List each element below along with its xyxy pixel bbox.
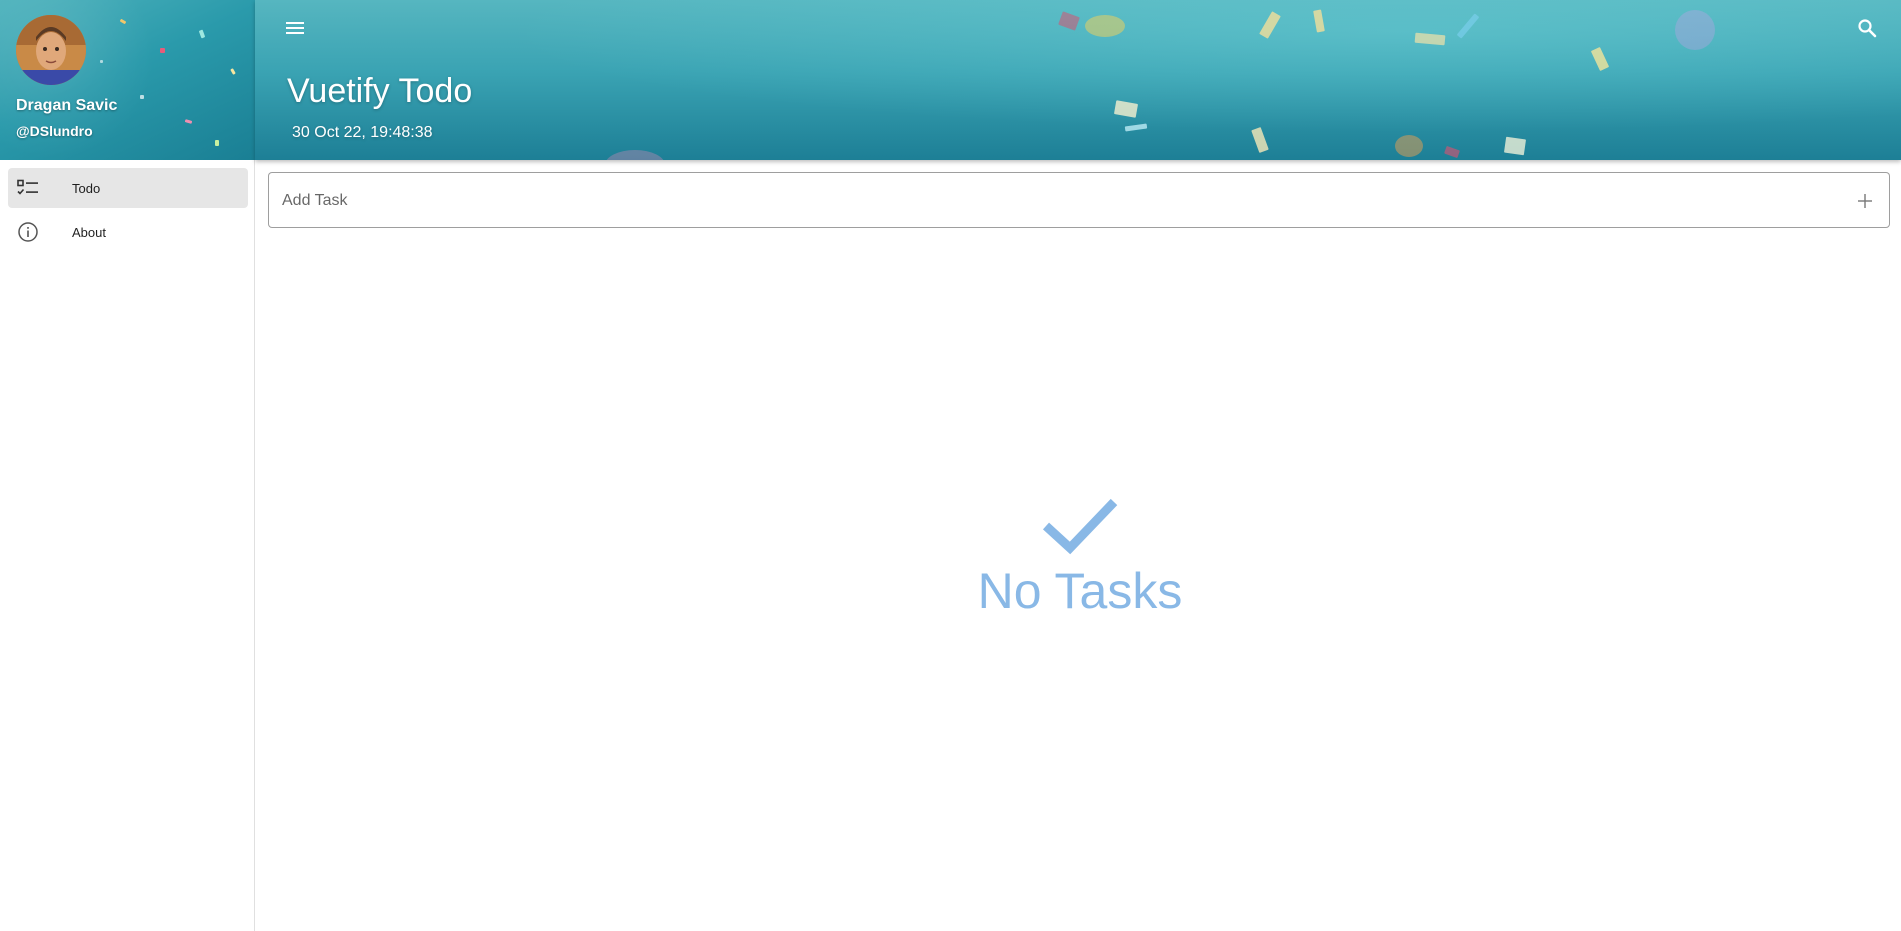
avatar-image xyxy=(16,15,86,85)
menu-button[interactable] xyxy=(283,16,307,40)
sidebar-item-about[interactable]: About xyxy=(8,212,248,252)
add-task-button[interactable] xyxy=(1853,189,1877,213)
drawer-header: Dragan Savic @DSlundro xyxy=(0,0,255,160)
menu-icon xyxy=(286,22,304,34)
search-button[interactable] xyxy=(1855,16,1879,40)
plus-icon xyxy=(1858,194,1872,208)
info-icon xyxy=(16,220,40,244)
empty-state-text: No Tasks xyxy=(977,563,1183,619)
navigation-drawer: Dragan Savic @DSlundro Todo About xyxy=(0,0,255,931)
sidebar-item-label: Todo xyxy=(72,180,101,196)
live-datetime: 30 Oct 22, 19:48:38 xyxy=(292,124,433,141)
sidebar-item-todo[interactable]: Todo xyxy=(8,168,248,208)
avatar xyxy=(16,15,86,85)
page-title: Vuetify Todo xyxy=(287,72,473,110)
sidebar-item-label: About xyxy=(72,224,106,240)
nav-list: Todo About xyxy=(8,168,248,256)
user-handle: @DSlundro xyxy=(16,123,93,139)
app-bar: Vuetify Todo 30 Oct 22, 19:48:38 xyxy=(255,0,1901,160)
empty-state: No Tasks xyxy=(955,490,1205,620)
add-task-field xyxy=(268,172,1890,229)
add-task-input[interactable] xyxy=(280,173,1834,229)
search-icon xyxy=(1858,19,1877,38)
user-name: Dragan Savic xyxy=(16,97,118,114)
check-icon xyxy=(1042,498,1118,555)
checklist-icon xyxy=(16,176,40,200)
